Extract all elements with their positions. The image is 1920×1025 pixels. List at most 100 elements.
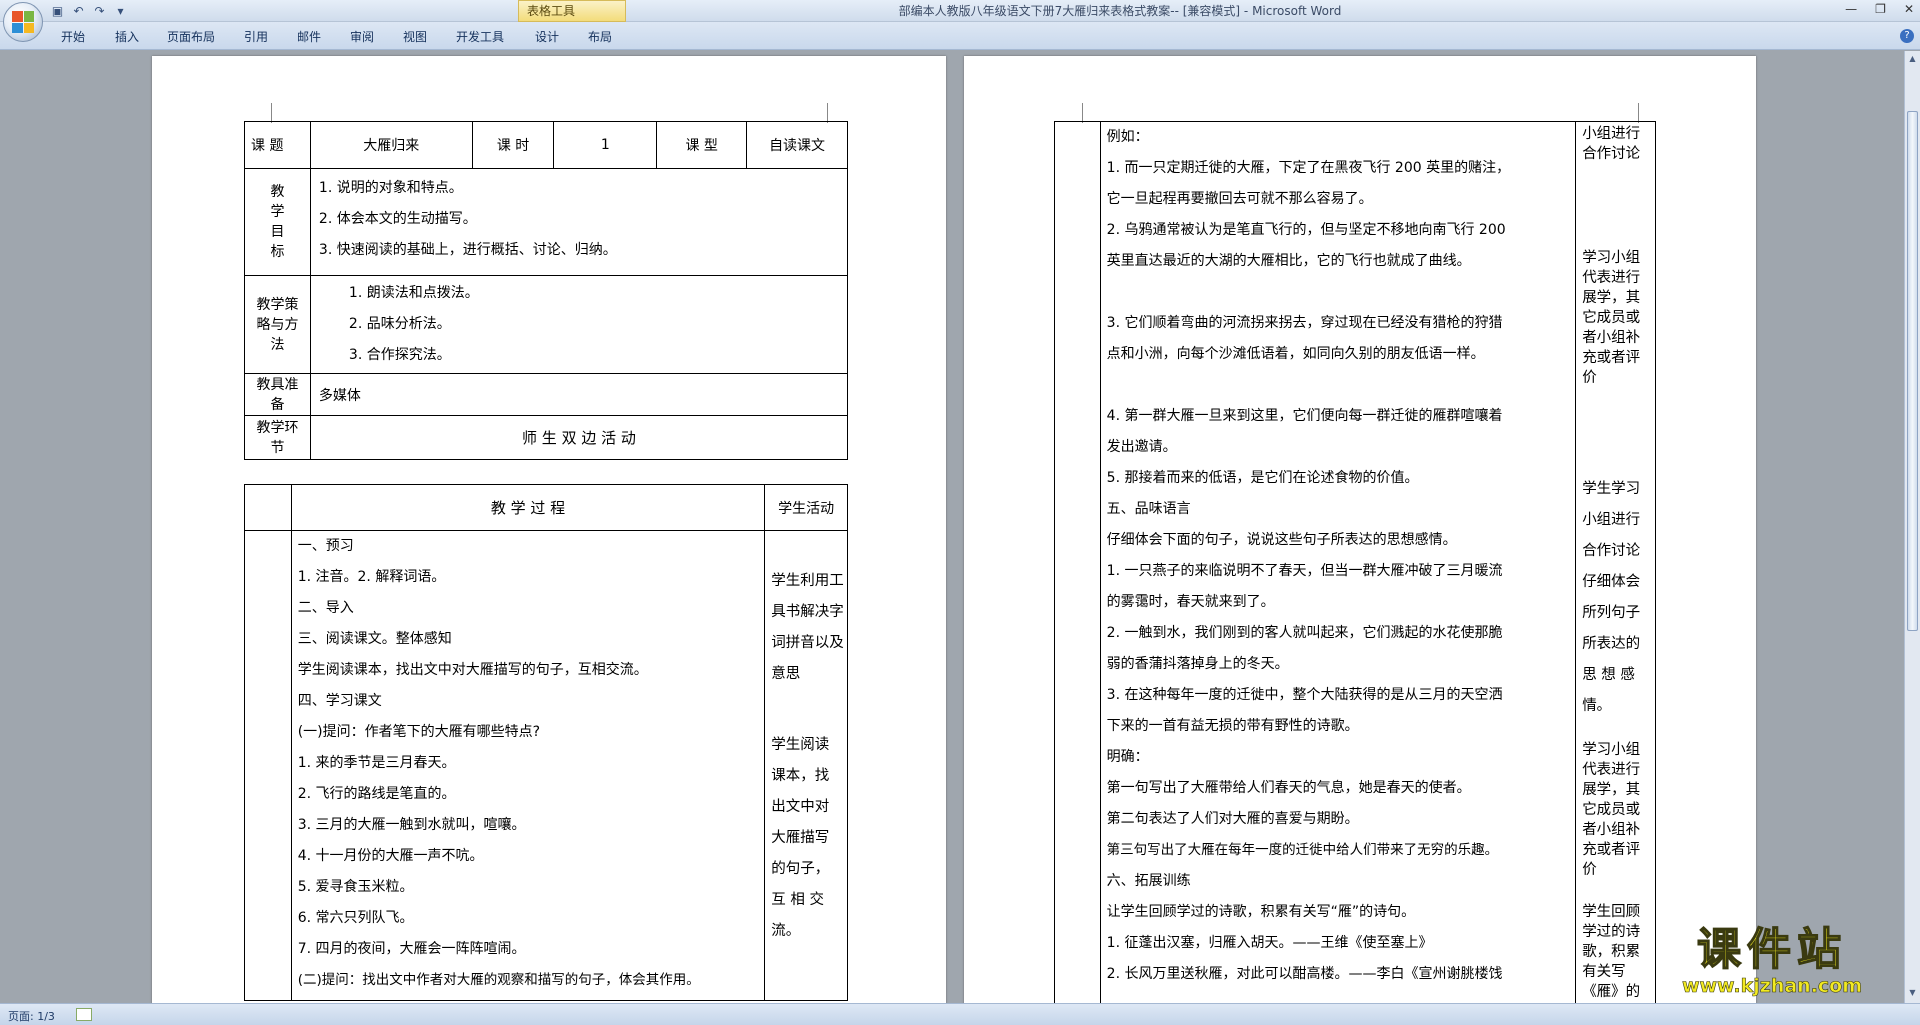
- goal-item: 1. 说明的对象和特点。: [318, 180, 463, 196]
- close-icon[interactable]: ✕: [1904, 2, 1914, 16]
- redo-icon[interactable]: ↷: [92, 4, 107, 19]
- process-line: 2. 一触到水，我们刚到的客人就叫起来，它们溅起的水花使那脆: [1106, 625, 1503, 641]
- student-line: 小组进行: [1582, 126, 1641, 142]
- student-spacer: [771, 690, 845, 730]
- student-line: 意思: [771, 666, 801, 682]
- process-line: 1. 而一只定期迁徙的大雁，下定了在黑夜飞行 200 英里的赌注，: [1106, 160, 1511, 176]
- tab-view[interactable]: 视图: [403, 28, 427, 45]
- vertical-scrollbar[interactable]: ▲ ▼: [1904, 51, 1920, 1003]
- student-line: 课本，找: [771, 768, 830, 784]
- value-periods: 1: [553, 121, 658, 169]
- stage-row: 教学环 节 师 生 双 边 活 动: [244, 415, 849, 460]
- crop-mark: [827, 103, 828, 123]
- undo-icon[interactable]: ↶: [71, 4, 86, 19]
- stage-label: 教学环 节: [244, 415, 311, 460]
- goals-label-char: 教: [270, 184, 285, 200]
- page-2: 例如： 1. 而一只定期迁徙的大雁，下定了在黑夜飞行 200 英里的赌注， 它一…: [964, 56, 1756, 1003]
- process-line: [1101, 370, 1576, 401]
- student-line: 仔细体会: [1582, 574, 1641, 590]
- strategy-label-line: 法: [270, 336, 285, 353]
- student-line: 所列句子: [1582, 605, 1641, 621]
- strategy-label-line: 略与方: [256, 316, 299, 333]
- page-indicator[interactable]: 页面: 1/3: [8, 1008, 55, 1024]
- process-line: 第一句写出了大雁带给人们春天的气息，她是春天的使者。: [1106, 780, 1471, 796]
- process-line: 1. 注音。2. 解释词语。: [297, 569, 446, 585]
- window-controls: — ❐ ✕: [1845, 2, 1914, 16]
- tab-design[interactable]: 设计: [535, 28, 559, 45]
- tab-layout[interactable]: 布局: [588, 28, 612, 45]
- process-line: 5. 那接着而来的低语，是它们在论述食物的价值。: [1106, 470, 1419, 486]
- process-header: 教 学 过 程: [290, 484, 766, 531]
- process-line: 1. 来的季节是三月春天。: [297, 755, 456, 771]
- tab-home[interactable]: 开始: [61, 28, 85, 45]
- tab-review[interactable]: 审阅: [350, 28, 374, 45]
- watermark-url: www.kjzhan.com: [1681, 975, 1863, 998]
- student-line: 价: [1582, 862, 1597, 878]
- student-line: 者小组补: [1582, 330, 1641, 346]
- goals-content: 1. 说明的对象和特点。 2. 体会本文的生动描写。 3. 快速阅读的基础上，进…: [309, 168, 849, 276]
- tools-label-line: 备: [270, 396, 285, 413]
- save-icon[interactable]: ▣: [50, 4, 65, 19]
- student-line: 学生学习: [1582, 481, 1641, 497]
- process-line: 3. 三月的大雁一触到水就叫，喧嚷。: [297, 817, 526, 833]
- process-gutter-cell: [1054, 121, 1101, 1003]
- process-line: 4. 十一月份的大雁一声不吭。: [297, 848, 484, 864]
- crop-mark: [1082, 103, 1083, 123]
- page-1: 课 题 大雁归来 课 时 1 课 型 自读课文 教 学 目 标 1. 说明的对象…: [152, 56, 946, 1003]
- process-line: 四、学习课文: [297, 693, 382, 709]
- student-line: 具书解决字: [771, 604, 844, 620]
- contextual-tab-group: 表格工具: [518, 0, 626, 22]
- tab-developer[interactable]: 开发工具: [456, 28, 504, 45]
- help-icon[interactable]: ?: [1900, 29, 1914, 43]
- process-content-continued: 例如： 1. 而一只定期迁徙的大雁，下定了在黑夜飞行 200 英里的赌注， 它一…: [1099, 121, 1577, 1003]
- student-line: 互 相 交: [771, 892, 824, 908]
- scrollbar-thumb[interactable]: [1907, 111, 1918, 631]
- process-line: 2. 飞行的路线是笔直的。: [297, 786, 456, 802]
- student-line: 所表达的: [1582, 636, 1641, 652]
- tab-references[interactable]: 引用: [244, 28, 268, 45]
- office-button[interactable]: [3, 2, 43, 42]
- goals-label-char: 学: [270, 204, 285, 220]
- process-line: 第三句写出了大雁在每年一度的迁徙中给人们带来了无穷的乐趣。: [1106, 842, 1499, 858]
- tab-mailings[interactable]: 邮件: [297, 28, 321, 45]
- tab-insert[interactable]: 插入: [115, 28, 139, 45]
- student-spacer: [1582, 388, 1653, 474]
- label-periods: 课 时: [471, 121, 555, 169]
- process-line: 4. 第一群大雁一旦来到这里，它们便向每一群迁徙的雁群喧嚷着: [1106, 408, 1503, 424]
- process-line: 5. 爱寻食玉米粒。: [297, 879, 414, 895]
- student-line: 它成员或: [1582, 310, 1641, 326]
- crop-mark: [271, 103, 272, 123]
- header-row: 课 题 大雁归来 课 时 1 课 型 自读课文: [244, 121, 848, 169]
- minimize-icon[interactable]: —: [1845, 2, 1857, 16]
- process-line: 2. 长风万里送秋雁，对此可以酣高楼。——李白《宣州谢朓楼饯: [1106, 966, 1503, 982]
- student-line: 展学，其: [1582, 290, 1641, 306]
- scroll-down-icon[interactable]: ▼: [1907, 987, 1918, 999]
- student-line: 合作讨论: [1582, 146, 1641, 162]
- value-type: 自读课文: [746, 121, 848, 169]
- process-line: 三、阅读课文。整体感知: [297, 631, 452, 647]
- quick-access-toolbar: ▣ ↶ ↷ ▾: [50, 3, 128, 19]
- process-line: 6. 常六只列队飞。: [297, 910, 414, 926]
- student-line: 词拼音以及: [771, 635, 844, 651]
- student-line: 学习小组: [1582, 742, 1641, 758]
- maximize-icon[interactable]: ❐: [1875, 2, 1886, 16]
- student-spacer: [1582, 722, 1653, 740]
- site-watermark: 课件站 www.kjzhan.com: [1652, 924, 1892, 998]
- customize-toolbar-button[interactable]: ▾: [113, 4, 128, 19]
- process-line: 2. 乌鸦通常被认为是笔直飞行的，但与坚定不移地向南飞行 200: [1106, 222, 1506, 238]
- student-line: 价: [1582, 370, 1597, 386]
- scroll-up-icon[interactable]: ▲: [1907, 53, 1918, 65]
- lesson-info-table: 课 题 大雁归来 课 时 1 课 型 自读课文 教 学 目 标 1. 说明的对象…: [244, 121, 849, 460]
- student-header: 学生活动: [764, 484, 848, 531]
- tab-page-layout[interactable]: 页面布局: [167, 28, 215, 45]
- process-line: 点和小洲，向每个沙滩低语着，如同向久别的朋友低语一样。: [1106, 346, 1485, 362]
- strategy-label: 教学策 略与方 法: [244, 275, 311, 374]
- student-line: 出文中对: [771, 799, 830, 815]
- student-line: 学生利用工: [771, 573, 844, 589]
- process-line: 的雾霭时，春天就来到了。: [1106, 594, 1275, 610]
- label-type: 课 型: [656, 121, 748, 169]
- proofing-icon[interactable]: [76, 1008, 92, 1021]
- value-topic: 大雁归来: [309, 121, 473, 169]
- process-line: 发出邀请。: [1106, 439, 1177, 455]
- process-continued-row: 例如： 1. 而一只定期迁徙的大雁，下定了在黑夜飞行 200 英里的赌注， 它一…: [1054, 121, 1656, 1003]
